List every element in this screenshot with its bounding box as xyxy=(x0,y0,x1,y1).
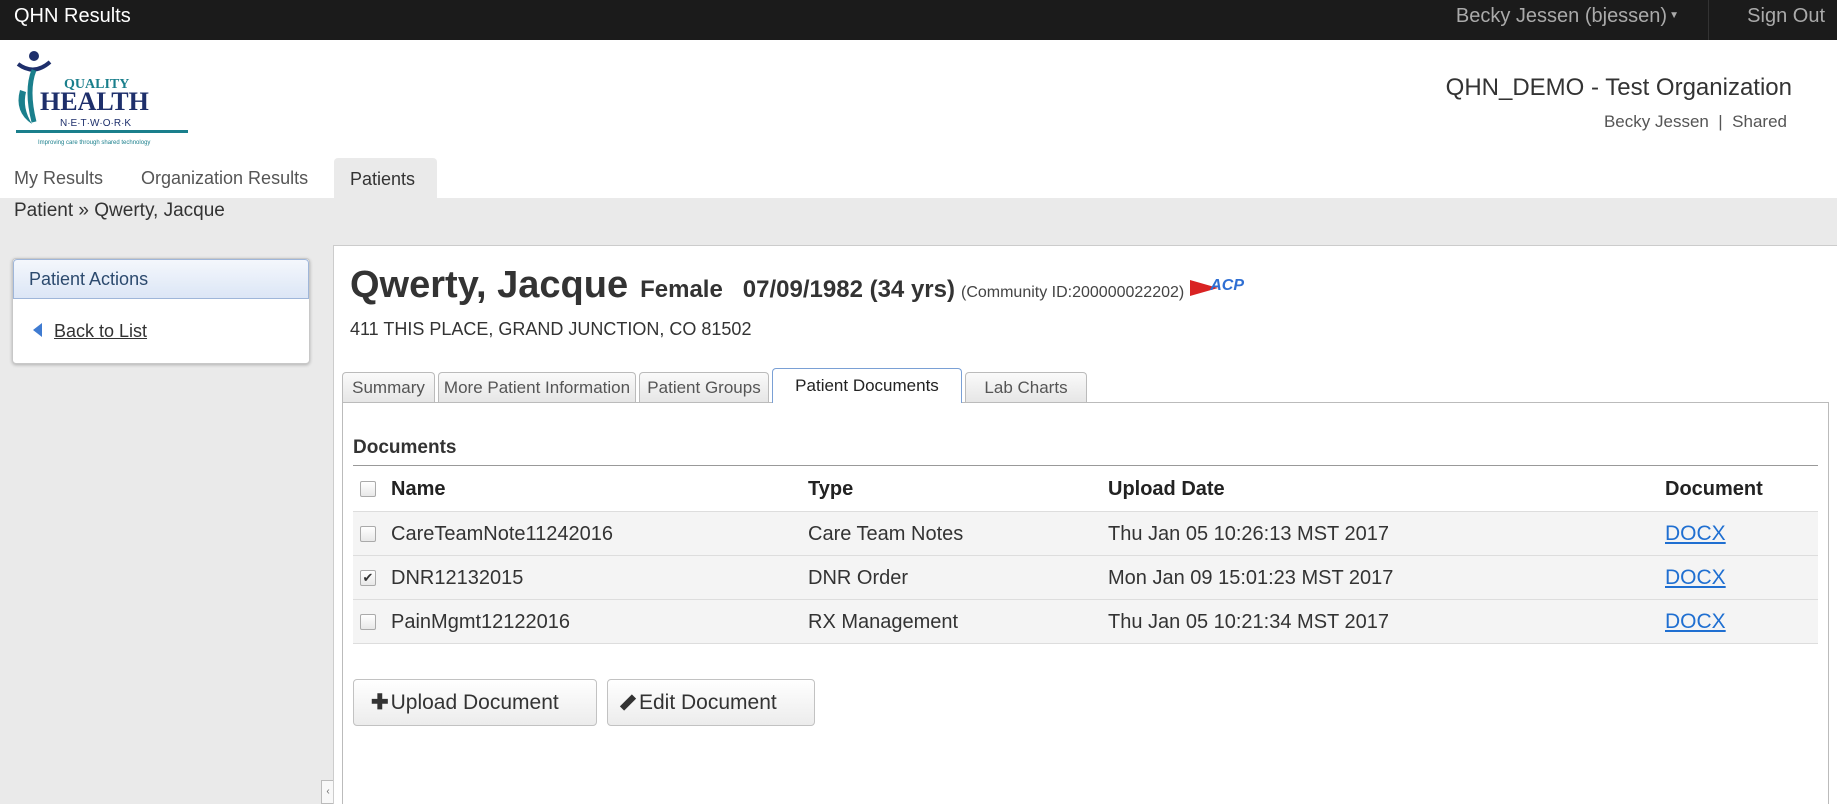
pencil-icon xyxy=(619,694,637,711)
document-name: PainMgmt12122016 xyxy=(391,611,571,633)
topbar-divider xyxy=(1708,0,1709,40)
organization-name: QHN_DEMO - Test Organization xyxy=(1445,74,1792,101)
column-header-upload-date[interactable]: Upload Date xyxy=(1108,467,1225,511)
upload-document-label: Upload Document xyxy=(390,691,559,714)
tab-summary[interactable]: Summary xyxy=(342,372,435,402)
select-all-checkbox[interactable] xyxy=(360,481,376,497)
organization-info: QHN_DEMO - Test Organization Becky Jesse… xyxy=(1446,74,1792,132)
row-checkbox[interactable]: ✔ xyxy=(360,570,376,586)
breadcrumb: Patient » Qwerty, Jacque xyxy=(14,200,225,221)
app-title[interactable]: QHN Results xyxy=(14,0,131,32)
edit-document-button[interactable]: Edit Document xyxy=(607,679,815,726)
tab-patient-groups[interactable]: Patient Groups xyxy=(639,372,769,402)
edit-document-label: Edit Document xyxy=(639,691,777,714)
quality-health-network-logo[interactable]: QUALITY HEALTH N·E·T·W·O·R·K Improving c… xyxy=(12,50,222,150)
document-upload-date: Mon Jan 09 15:01:23 MST 2017 xyxy=(1108,567,1394,589)
document-download-link[interactable]: DOCX xyxy=(1665,566,1726,589)
column-header-document[interactable]: Document xyxy=(1665,467,1763,511)
back-to-list-label: Back to List xyxy=(54,321,148,341)
documents-table: Name Type Upload Date Document CareTeamN… xyxy=(353,467,1818,644)
table-row[interactable]: ✔ DNR12132015 DNR Order Mon Jan 09 15:01… xyxy=(353,556,1818,600)
arrow-left-icon xyxy=(33,323,42,337)
column-header-type[interactable]: Type xyxy=(808,467,853,511)
row-checkbox[interactable] xyxy=(360,526,376,542)
sign-out-link[interactable]: Sign Out xyxy=(1747,0,1825,32)
logo-word-health: HEALTH xyxy=(40,87,149,116)
document-upload-date: Thu Jan 05 10:26:13 MST 2017 xyxy=(1108,523,1389,545)
column-header-name[interactable]: Name xyxy=(391,467,445,511)
documents-title: Documents xyxy=(353,437,457,458)
documents-divider xyxy=(353,465,1818,466)
patient-community-id: (Community ID:200000022202) xyxy=(960,284,1185,301)
main-nav: My Results Organization Results Patients xyxy=(0,158,1837,200)
document-download-link[interactable]: DOCX xyxy=(1665,522,1726,545)
document-type: Care Team Notes xyxy=(808,523,964,545)
logo-figure-icon: QUALITY HEALTH N·E·T·W·O·R·K Improving c… xyxy=(16,51,188,146)
organization-mode: Shared xyxy=(1732,112,1787,131)
tab-more-patient-information[interactable]: More Patient Information xyxy=(438,372,636,402)
plus-icon: ✚ xyxy=(371,691,389,714)
acp-badge-label: ACP xyxy=(1210,277,1244,294)
logo-word-network: N·E·T·W·O·R·K xyxy=(60,118,131,129)
user-menu-label: Becky Jessen (bjessen) xyxy=(1455,5,1668,27)
document-name: CareTeamNote11242016 xyxy=(391,523,614,545)
acp-badge: ACP xyxy=(1190,277,1248,299)
table-header-row: Name Type Upload Date Document xyxy=(353,467,1818,512)
document-download-link[interactable]: DOCX xyxy=(1665,610,1726,633)
logo-tagline: Improving care through shared technology xyxy=(38,140,150,146)
patient-actions-panel: Patient Actions Back to List xyxy=(12,258,310,364)
user-menu[interactable]: Becky Jessen (bjessen) ▼ xyxy=(1456,0,1679,32)
document-upload-date: Thu Jan 05 10:21:34 MST 2017 xyxy=(1108,611,1389,633)
upload-document-button[interactable]: ✚Upload Document xyxy=(353,679,597,726)
patient-address: 411 THIS PLACE, GRAND JUNCTION, CO 81502 xyxy=(350,319,752,339)
patient-name: Qwerty, Jacque xyxy=(350,264,629,306)
document-cell: DOCX xyxy=(1665,556,1726,600)
organization-user-line: Becky Jessen | Shared xyxy=(1603,112,1787,131)
nav-patients[interactable]: Patients xyxy=(334,158,437,200)
document-name: DNR12132015 xyxy=(391,567,524,589)
row-checkbox[interactable] xyxy=(360,614,376,630)
document-type: RX Management xyxy=(808,611,959,633)
patient-actions-header[interactable]: Patient Actions xyxy=(13,259,309,299)
tab-lab-charts[interactable]: Lab Charts xyxy=(965,372,1087,402)
table-row[interactable]: PainMgmt12122016 RX Management Thu Jan 0… xyxy=(353,600,1818,644)
document-cell: DOCX xyxy=(1665,600,1726,644)
patient-documents-panel: Documents Name Type Upload Date Document… xyxy=(342,402,1829,804)
nav-organization-results[interactable]: Organization Results xyxy=(141,168,308,189)
patient-demographics: Female 07/09/1982 (34 yrs) xyxy=(640,276,955,303)
top-bar: QHN Results Becky Jessen (bjessen) ▼ Sign… xyxy=(0,0,1837,40)
caret-down-icon: ▼ xyxy=(1669,10,1679,21)
document-cell: DOCX xyxy=(1665,512,1726,556)
patient-header: Qwerty, Jacque Female 07/09/1982 (34 yrs)… xyxy=(350,264,1248,307)
patient-content-panel: Qwerty, Jacque Female 07/09/1982 (34 yrs)… xyxy=(333,245,1837,804)
back-to-list-link[interactable]: Back to List xyxy=(33,321,147,342)
tab-patient-documents[interactable]: Patient Documents xyxy=(772,368,962,403)
table-row[interactable]: CareTeamNote11242016 Care Team Notes Thu… xyxy=(353,512,1818,556)
nav-my-results[interactable]: My Results xyxy=(14,168,103,189)
organization-user: Becky Jessen xyxy=(1603,112,1709,131)
document-type: DNR Order xyxy=(808,567,909,589)
